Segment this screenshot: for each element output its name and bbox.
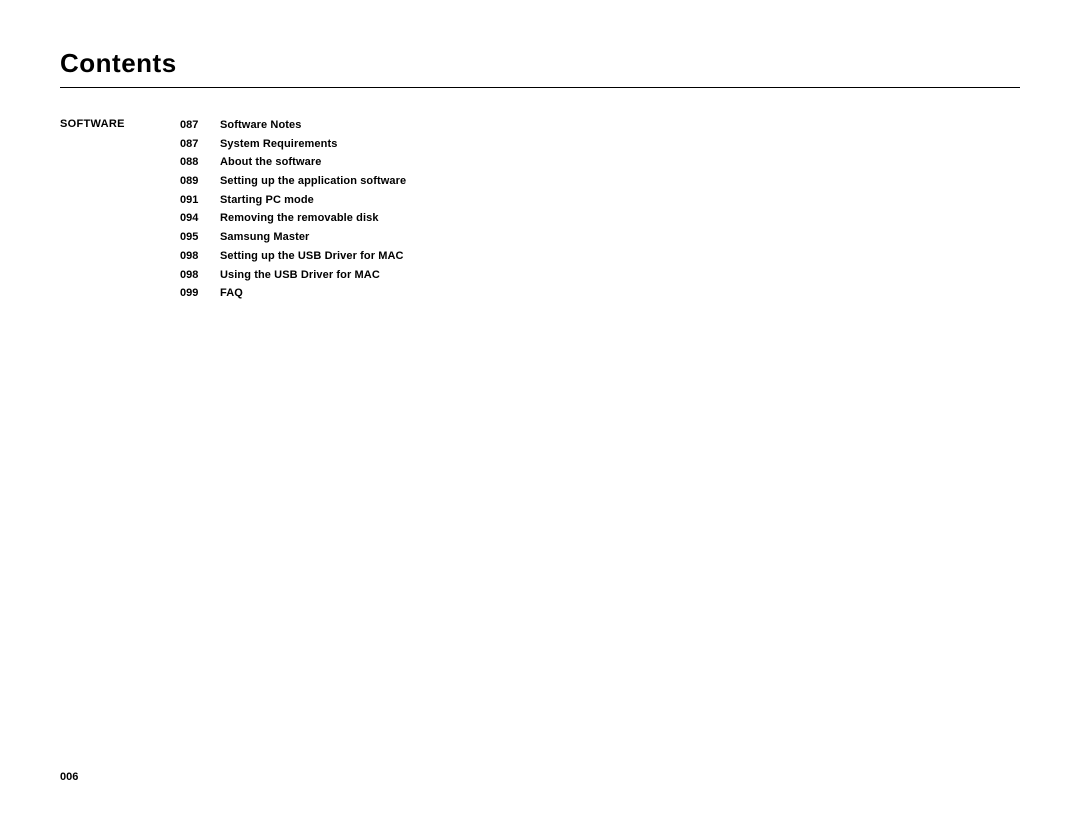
entry-title: Setting up the USB Driver for MAC: [220, 247, 404, 266]
page-container: Contents SOFTWARE 087Software Notes087Sy…: [0, 0, 1080, 815]
page-title: Contents: [60, 48, 1020, 79]
toc-entries: 087Software Notes087System Requirements0…: [180, 116, 406, 303]
entry-title: Setting up the application software: [220, 172, 406, 191]
entry-title: FAQ: [220, 284, 243, 303]
entry-title: Starting PC mode: [220, 191, 314, 210]
page-footer: 006: [60, 771, 78, 783]
toc-entry: 088About the software: [180, 153, 406, 172]
software-section: SOFTWARE 087Software Notes087System Requ…: [60, 116, 1020, 303]
title-divider: [60, 87, 1020, 88]
toc-entry: 099FAQ: [180, 284, 406, 303]
entry-title: Using the USB Driver for MAC: [220, 266, 380, 285]
section-label: SOFTWARE: [60, 116, 180, 130]
entry-title: System Requirements: [220, 135, 337, 154]
entry-page-number: 088: [180, 153, 220, 172]
entry-page-number: 098: [180, 247, 220, 266]
entry-page-number: 087: [180, 116, 220, 135]
entry-page-number: 089: [180, 172, 220, 191]
entry-page-number: 091: [180, 191, 220, 210]
toc-entry: 087System Requirements: [180, 135, 406, 154]
entry-title: Removing the removable disk: [220, 209, 379, 228]
toc-entry: 087Software Notes: [180, 116, 406, 135]
toc-entry: 094Removing the removable disk: [180, 209, 406, 228]
entry-title: About the software: [220, 153, 321, 172]
entry-page-number: 087: [180, 135, 220, 154]
entry-title: Software Notes: [220, 116, 301, 135]
entry-page-number: 098: [180, 266, 220, 285]
toc-entry: 098Using the USB Driver for MAC: [180, 266, 406, 285]
toc-entry: 091Starting PC mode: [180, 191, 406, 210]
toc-entry: 095Samsung Master: [180, 228, 406, 247]
toc-entry: 098Setting up the USB Driver for MAC: [180, 247, 406, 266]
entry-page-number: 099: [180, 284, 220, 303]
toc-entry: 089Setting up the application software: [180, 172, 406, 191]
entry-page-number: 095: [180, 228, 220, 247]
entry-title: Samsung Master: [220, 228, 309, 247]
entry-page-number: 094: [180, 209, 220, 228]
